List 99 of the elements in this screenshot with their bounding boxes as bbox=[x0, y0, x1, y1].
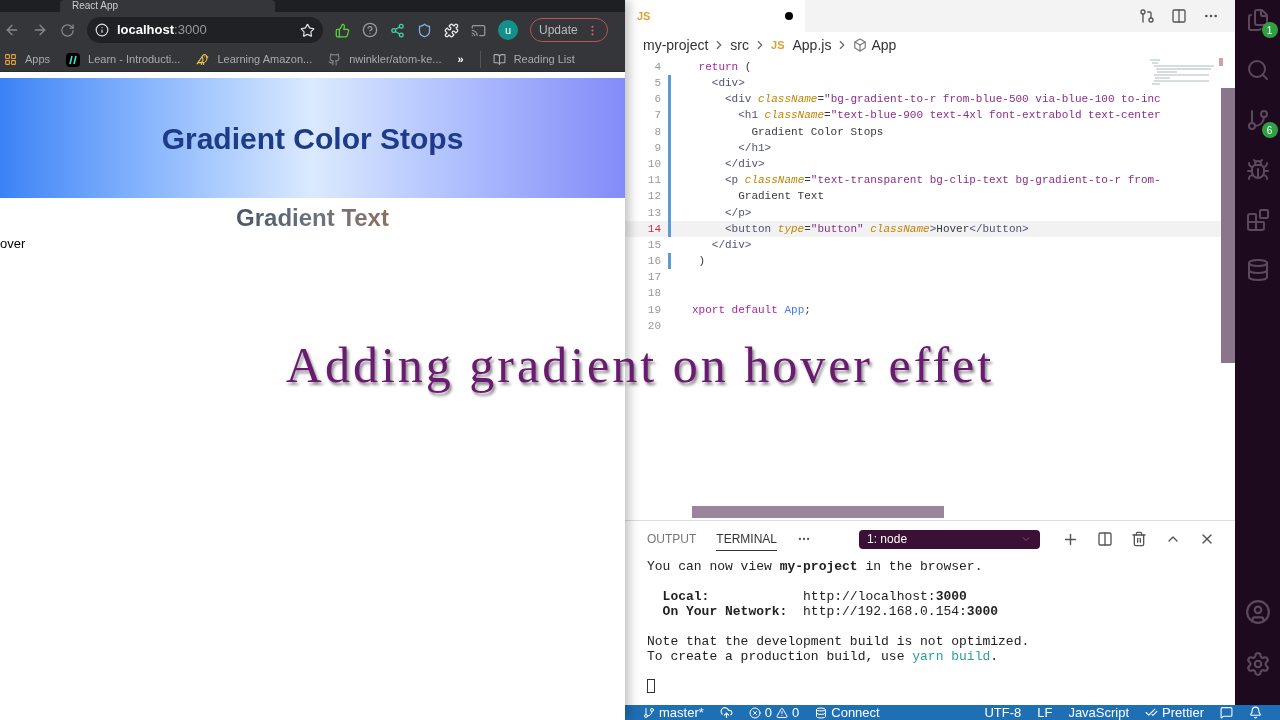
slashes-logo-icon bbox=[66, 52, 81, 67]
language-status[interactable]: JavaScript bbox=[1068, 705, 1130, 720]
code-line: <button type="button" className>Hover</button> bbox=[724, 221, 1029, 237]
trash-icon[interactable] bbox=[1131, 531, 1147, 547]
page-heading: Gradient Color Stops bbox=[161, 120, 464, 157]
encoding-status[interactable]: UTF-8 bbox=[984, 705, 1022, 720]
code-line: <h1 className="text-blue-900 text-4xl font-extrabold text-center bbox=[737, 108, 1161, 124]
line-number: 17 bbox=[646, 270, 661, 286]
line-number: 16 bbox=[646, 254, 661, 270]
split-terminal-icon[interactable] bbox=[1097, 531, 1113, 547]
error-icon bbox=[748, 706, 761, 719]
cube-icon bbox=[853, 38, 868, 52]
terminal-dropdown[interactable]: 1: node bbox=[859, 529, 1041, 549]
feedback-icon[interactable] bbox=[1220, 706, 1233, 719]
warning-icon bbox=[776, 706, 789, 719]
line-number: 9 bbox=[653, 140, 661, 156]
line-number: 5 bbox=[653, 76, 661, 92]
terminal-line: On Your Network: http://192.168.0.154:3000 bbox=[661, 604, 1000, 619]
terminal-line: To create a production build, use yarn build. bbox=[647, 649, 1000, 664]
panel-tab[interactable]: TERMINAL bbox=[716, 527, 778, 551]
compare-changes-icon[interactable] bbox=[1139, 8, 1155, 24]
help-icon[interactable] bbox=[362, 22, 378, 38]
line-number: 20 bbox=[646, 318, 661, 334]
terminal-line: Local: http://localhost:3000 bbox=[661, 589, 968, 604]
database-icon bbox=[815, 706, 828, 719]
bookmark[interactable]: nwinkler/atom-ke... bbox=[328, 51, 442, 68]
line-number: 6 bbox=[653, 92, 661, 108]
bookmark-star-icon[interactable] bbox=[300, 22, 315, 38]
bookmark[interactable]: Learn - Introducti... bbox=[66, 51, 181, 68]
terminal-line: Note that the development build is not optimized. bbox=[647, 634, 1031, 649]
code-line: ) bbox=[697, 254, 706, 270]
bookmark[interactable]: Apps bbox=[4, 51, 51, 68]
branch-icon bbox=[643, 706, 655, 719]
shield-icon[interactable] bbox=[417, 22, 432, 38]
line-number: 18 bbox=[646, 286, 661, 302]
line-number: 13 bbox=[646, 205, 661, 221]
share-icon[interactable] bbox=[390, 22, 405, 38]
reading-list[interactable]: Reading List bbox=[479, 51, 575, 68]
horizontal-scrollbar[interactable] bbox=[692, 506, 944, 518]
reload-icon[interactable] bbox=[60, 22, 75, 38]
code-line: </div> bbox=[724, 156, 765, 172]
bookmarks-overflow[interactable]: » bbox=[457, 51, 464, 68]
bookmark[interactable]: Learning Amazon... bbox=[196, 51, 313, 68]
line-number: 11 bbox=[646, 173, 661, 189]
code-line: xport default App; bbox=[692, 302, 811, 318]
forward-icon[interactable] bbox=[32, 22, 48, 38]
sync-icon[interactable] bbox=[719, 706, 733, 719]
prettier-status[interactable]: Prettier bbox=[1145, 705, 1204, 720]
split-editor-icon[interactable] bbox=[1171, 8, 1187, 24]
badge: 1 bbox=[1261, 22, 1278, 38]
bird-icon bbox=[196, 53, 210, 66]
github-icon bbox=[328, 53, 342, 66]
code-line: <p className="text-transparent bg-clip-text bg-gradient-to-r from- bbox=[724, 173, 1161, 189]
line-number: 12 bbox=[646, 189, 661, 205]
breadcrumb[interactable]: my-project bbox=[643, 34, 709, 56]
cast-icon[interactable] bbox=[471, 22, 486, 38]
line-number: 15 bbox=[646, 237, 661, 253]
code-line: </h1> bbox=[737, 140, 772, 156]
browser-tab[interactable]: React App bbox=[60, 0, 275, 12]
code-line: Gradient Text bbox=[737, 189, 825, 205]
breadcrumb[interactable]: App bbox=[853, 34, 897, 56]
breadcrumb[interactable]: JS App.js bbox=[771, 34, 832, 56]
line-number: 8 bbox=[653, 124, 661, 140]
line-number: 4 bbox=[653, 59, 661, 75]
files-icon[interactable] bbox=[1245, 8, 1270, 32]
panel-tab[interactable]: OUTPUT bbox=[647, 527, 697, 551]
code-line: return ( bbox=[697, 59, 752, 75]
url-text: localhost:3000 bbox=[117, 21, 208, 40]
line-number: 19 bbox=[646, 302, 661, 318]
vertical-scrollbar[interactable] bbox=[1221, 88, 1235, 363]
code-line: <div className="bg-gradient-to-r from-blue-500 via-blue-100 to-inc bbox=[724, 92, 1161, 108]
connect-status[interactable]: Connect bbox=[815, 705, 880, 720]
line-number: 14 bbox=[646, 221, 661, 237]
code-line: </p> bbox=[724, 205, 752, 221]
line-number: 10 bbox=[646, 156, 661, 172]
profile-avatar[interactable]: u bbox=[498, 20, 518, 40]
problems-status[interactable]: 0 0 bbox=[748, 705, 800, 720]
line-ending-status[interactable]: LF bbox=[1037, 705, 1053, 720]
notifications-icon[interactable] bbox=[1249, 706, 1262, 719]
source-control-icon[interactable] bbox=[1245, 108, 1270, 132]
code-line: Gradient Color Stops bbox=[750, 124, 884, 140]
reading-list-icon bbox=[492, 53, 506, 66]
code-line: </div> bbox=[710, 237, 752, 253]
terminal-cursor-icon bbox=[647, 679, 655, 693]
thumbs-up-icon[interactable] bbox=[335, 22, 350, 38]
terminal-line: You can now view my-project in the browser. bbox=[647, 559, 984, 574]
line-number: 7 bbox=[653, 108, 661, 124]
back-icon[interactable] bbox=[4, 22, 20, 38]
address-bar[interactable]: localhost:3000 bbox=[87, 17, 323, 43]
apps-grid-icon bbox=[4, 53, 17, 66]
extensions-icon[interactable] bbox=[444, 22, 459, 38]
branch-status[interactable]: master* bbox=[643, 705, 704, 720]
breadcrumb[interactable]: src bbox=[730, 34, 750, 56]
code-line: <div> bbox=[710, 76, 745, 92]
video-caption: Adding gradient on hover effet bbox=[284, 336, 996, 395]
badge: 6 bbox=[1261, 122, 1278, 138]
double-check-icon bbox=[1145, 706, 1159, 719]
info-icon[interactable] bbox=[95, 23, 109, 37]
hover-button[interactable]: over bbox=[0, 234, 26, 254]
